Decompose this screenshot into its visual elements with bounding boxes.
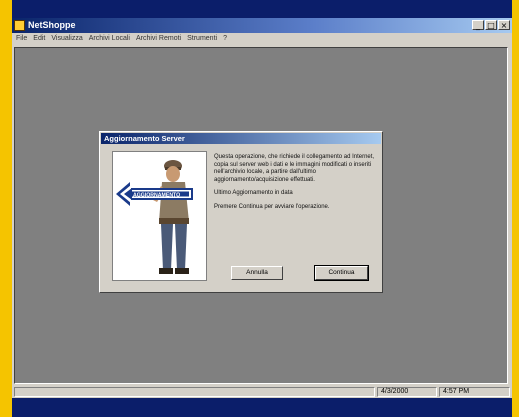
blue-band-bottom [12, 398, 512, 417]
worker-holding-arrow-sign-icon: AGGIORNAMENTO [116, 160, 193, 274]
window-title: NetShoppe [28, 20, 76, 30]
window-titlebar[interactable]: NetShoppe _ □ × [12, 18, 512, 33]
maximize-button[interactable]: □ [485, 20, 497, 30]
sign-text: AGGIORNAMENTO [133, 192, 180, 198]
yellow-frame-right [512, 0, 519, 417]
app-window: NetShoppe _ □ × File Edit Visualizza Arc… [12, 18, 512, 398]
dialog-paragraph-1: Questa operazione, che richiede il colle… [214, 154, 375, 183]
menu-help[interactable]: ? [223, 33, 227, 45]
menu-bar: File Edit Visualizza Archivi Locali Arch… [12, 33, 512, 45]
menu-visualizza[interactable]: Visualizza [51, 33, 82, 45]
status-panel-main [14, 387, 375, 397]
dialog-title: Aggiornamento Server [104, 134, 185, 143]
menu-edit[interactable]: Edit [33, 33, 45, 45]
blue-band-top [12, 0, 512, 18]
status-date: 4/3/2000 [377, 387, 437, 397]
window-controls: _ □ × [472, 20, 510, 30]
menu-archivi-locali[interactable]: Archivi Locali [89, 33, 130, 45]
dialog-paragraph-2: Ultimo Aggiornamento in data [214, 190, 293, 196]
dialog-message: Questa operazione, che richiede il colle… [214, 154, 376, 217]
dialog-paragraph-3: Premere Continua per avviare l'operazion… [214, 203, 330, 210]
app-icon [14, 20, 25, 31]
menu-file[interactable]: File [16, 33, 27, 45]
cancel-button[interactable]: Annulla [231, 266, 283, 280]
yellow-frame-left [0, 0, 12, 417]
minimize-button[interactable]: _ [472, 20, 484, 30]
status-bar: 4/3/2000 4:57 PM [12, 386, 512, 398]
menu-strumenti[interactable]: Strumenti [187, 33, 217, 45]
menu-archivi-remoti[interactable]: Archivi Remoti [136, 33, 181, 45]
continue-button[interactable]: Continua [314, 265, 369, 281]
update-server-dialog: Aggiornamento Server AGGIORNAMENTO Quest… [99, 131, 383, 293]
close-button[interactable]: × [498, 20, 510, 30]
dialog-titlebar[interactable]: Aggiornamento Server [101, 133, 381, 144]
status-time: 4:57 PM [439, 387, 510, 397]
worker-sign-illustration: AGGIORNAMENTO [112, 151, 207, 281]
